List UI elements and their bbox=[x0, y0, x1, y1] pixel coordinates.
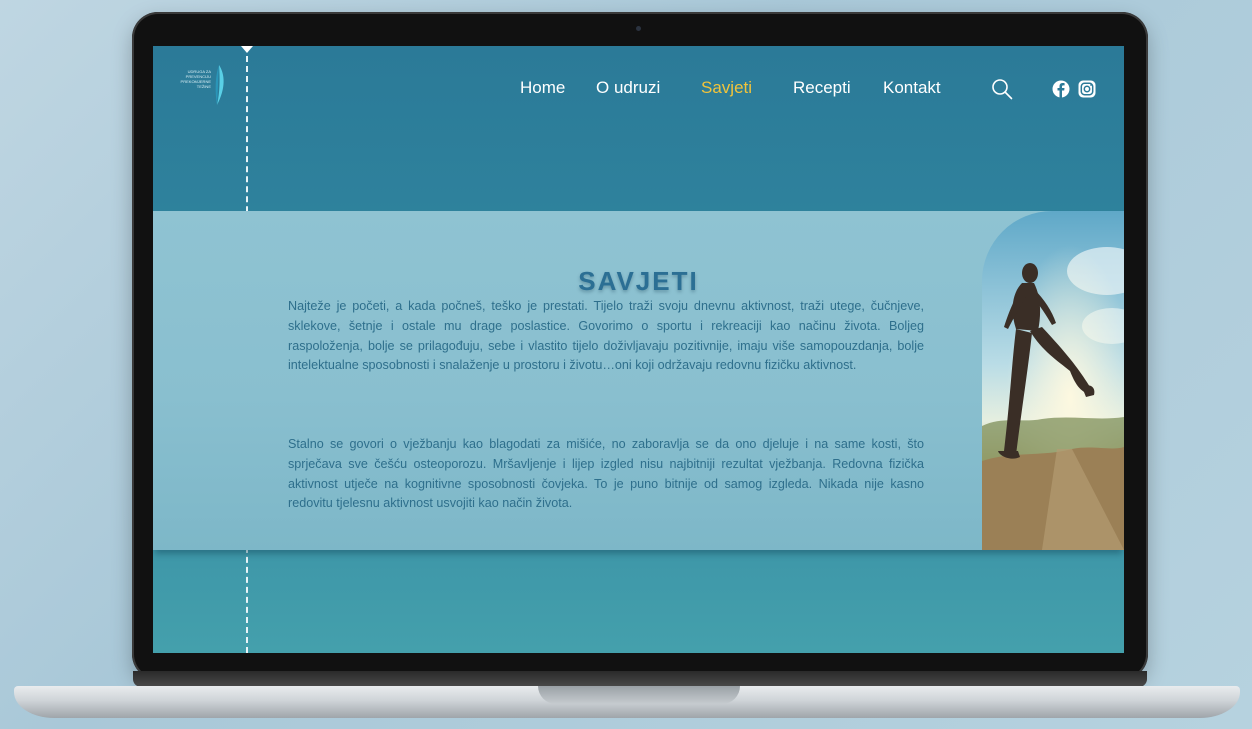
nav-home[interactable]: Home bbox=[520, 78, 565, 98]
webcam bbox=[636, 26, 641, 31]
nav-kontakt[interactable]: Kontakt bbox=[883, 78, 941, 98]
nav-recepti[interactable]: Recepti bbox=[793, 78, 851, 98]
search-icon[interactable] bbox=[991, 78, 1013, 100]
laptop-notch bbox=[538, 686, 740, 704]
runner-image bbox=[982, 211, 1124, 550]
runner-photo bbox=[982, 211, 1124, 550]
facebook-icon[interactable] bbox=[1052, 80, 1070, 98]
laptop-hinge bbox=[133, 671, 1147, 687]
website-screen: UDRUGA ZA PREVENCIJU PREKOMJERNE TEŽINE … bbox=[153, 46, 1124, 653]
guide-arrow-icon bbox=[241, 46, 253, 53]
nav-o-udruzi[interactable]: O udruzi bbox=[596, 78, 660, 98]
nav-savjeti[interactable]: Savjeti bbox=[701, 78, 752, 98]
instagram-icon[interactable] bbox=[1078, 80, 1096, 98]
paragraph-2: Stalno se govori o vježbanju kao blagoda… bbox=[288, 437, 924, 511]
savjeti-section: SAVJETI Najteže je početi, a kada počneš… bbox=[153, 211, 1124, 550]
paragraph-1: Najteže je početi, a kada počneš, teško … bbox=[288, 299, 924, 373]
main-nav: Home O udruzi Savjeti Recepti Kontakt bbox=[153, 78, 1124, 100]
section-title: SAVJETI bbox=[578, 266, 699, 297]
